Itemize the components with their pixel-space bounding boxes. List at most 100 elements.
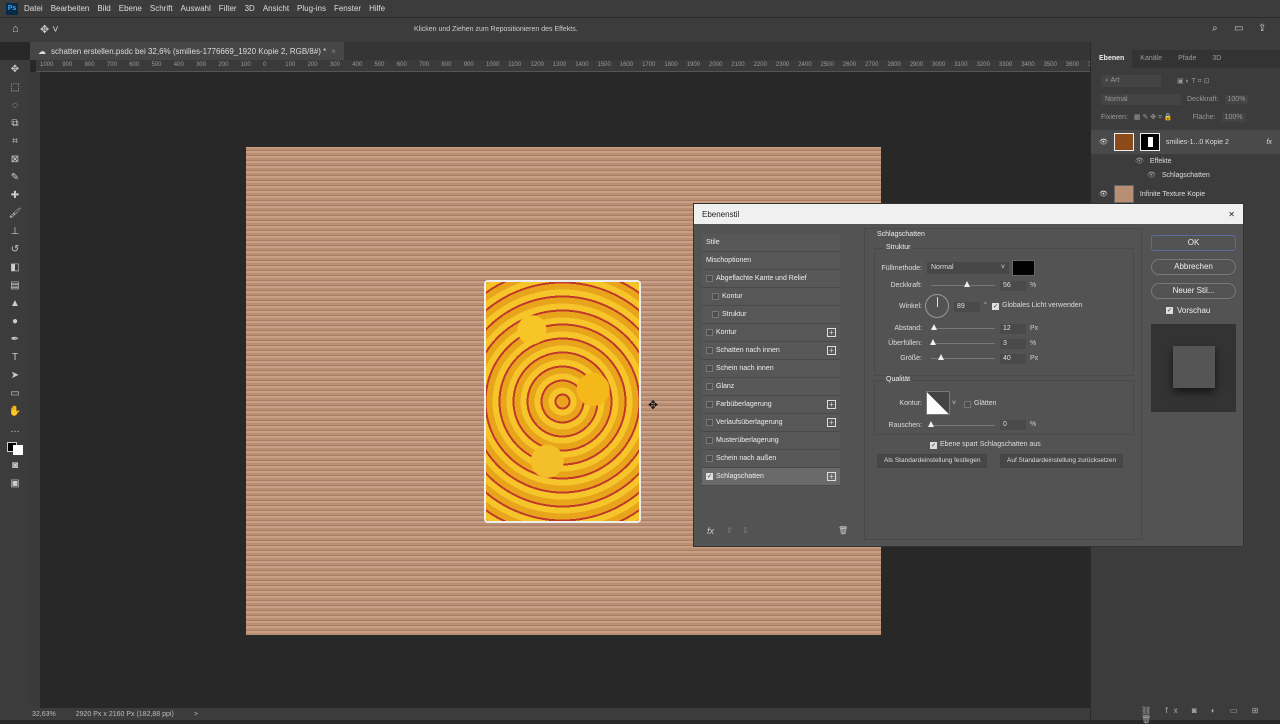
move-tool-icon[interactable]: ✥: [0, 60, 30, 78]
fx-icon[interactable]: fx: [1267, 139, 1272, 146]
style-item[interactable]: Farbüberlagerung +: [702, 396, 840, 414]
reset-default-button[interactable]: Auf Standardeinstellung zurücksetzen: [1000, 454, 1124, 468]
size-input[interactable]: 40: [1000, 354, 1026, 364]
menu-bearbeiten[interactable]: Bearbeiten: [51, 4, 90, 13]
opacity-input[interactable]: 56: [1000, 281, 1026, 291]
preview-checkbox[interactable]: ✓: [1166, 307, 1173, 314]
brush-tool-icon[interactable]: 🖌: [0, 204, 30, 222]
style-checkbox[interactable]: [706, 329, 713, 336]
delete-effect-icon[interactable]: 🗑: [838, 526, 848, 535]
effect-eye-icon[interactable]: 👁: [1147, 171, 1156, 179]
more-tools-icon[interactable]: …: [0, 420, 30, 438]
fx-menu-button[interactable]: fx: [707, 526, 714, 536]
noise-input[interactable]: 0: [1000, 420, 1026, 430]
angle-dial[interactable]: [925, 294, 949, 318]
menu-auswahl[interactable]: Auswahl: [181, 4, 211, 13]
type-tool-icon[interactable]: T: [0, 348, 30, 366]
opacity-input[interactable]: 100%: [1224, 94, 1249, 104]
style-item[interactable]: Kontur +: [702, 324, 840, 342]
style-item[interactable]: Verlaufsüberlagerung +: [702, 414, 840, 432]
contour-dropdown-icon[interactable]: ˅: [952, 400, 956, 407]
effects-eye-icon[interactable]: 👁: [1135, 157, 1144, 165]
style-checkbox[interactable]: [706, 383, 713, 390]
style-item[interactable]: Musterüberlagerung: [702, 432, 840, 450]
style-checkbox[interactable]: [706, 437, 713, 444]
lock-icons[interactable]: ▦ ✎ ✥ ⌗ 🔒: [1134, 113, 1173, 122]
eraser-icon[interactable]: ◧: [0, 258, 30, 276]
document-tab[interactable]: ☁ schatten erstellen.psdc bei 32,6% (smi…: [30, 42, 344, 60]
visibility-eye-icon[interactable]: 👁: [1099, 138, 1108, 146]
pen-tool-icon[interactable]: ✒: [0, 330, 30, 348]
blend-mode-select[interactable]: Normal ˅: [927, 262, 1009, 274]
tab-3d[interactable]: 3D: [1204, 50, 1229, 68]
move-tool-icon[interactable]: ✥ ˅: [40, 23, 59, 36]
history-brush-icon[interactable]: ↺: [0, 240, 30, 258]
visibility-eye-icon[interactable]: 👁: [1099, 190, 1108, 198]
menu-datei[interactable]: Datei: [24, 4, 43, 13]
share-icon[interactable]: ⇪: [1258, 23, 1266, 34]
global-light-checkbox[interactable]: ✓: [992, 303, 999, 310]
style-checkbox[interactable]: [706, 419, 713, 426]
eyedropper-icon[interactable]: ✎: [0, 168, 30, 186]
healing-brush-icon[interactable]: ✚: [0, 186, 30, 204]
tab-ebenen[interactable]: Ebenen: [1091, 50, 1133, 68]
style-item[interactable]: Glanz: [702, 378, 840, 396]
menu-ebene[interactable]: Ebene: [119, 4, 142, 13]
tab-kanaele[interactable]: Kanäle: [1132, 50, 1170, 68]
hand-tool-icon[interactable]: ✋: [0, 402, 30, 420]
frame-tool-icon[interactable]: ⊠: [0, 150, 30, 168]
menu-hilfe[interactable]: Hilfe: [369, 4, 385, 13]
filter-icons[interactable]: ▣ ◐ T ⌗ ⊡: [1177, 77, 1209, 86]
quick-mask-icon[interactable]: ◙: [0, 456, 30, 474]
size-slider[interactable]: [931, 354, 995, 360]
style-checkbox[interactable]: [712, 311, 719, 318]
ok-button[interactable]: OK: [1151, 235, 1236, 251]
style-checkbox[interactable]: [706, 455, 713, 462]
style-item[interactable]: Stile: [702, 234, 840, 252]
screen-mode-icon[interactable]: ▣: [0, 474, 30, 492]
slider-knob[interactable]: [930, 324, 937, 330]
antialias-checkbox[interactable]: [964, 401, 971, 408]
close-dialog-icon[interactable]: ✕: [1228, 210, 1235, 219]
menu-ansicht[interactable]: Ansicht: [263, 4, 289, 13]
home-icon[interactable]: ⌂: [12, 23, 19, 35]
slider-knob[interactable]: [938, 354, 945, 360]
gradient-tool-icon[interactable]: ▤: [0, 276, 30, 294]
path-select-icon[interactable]: ➤: [0, 366, 30, 384]
search-icon[interactable]: ⌕: [1212, 23, 1218, 34]
make-default-button[interactable]: Als Standardeinstellung festlegen: [877, 454, 988, 468]
close-tab-icon[interactable]: ×: [331, 47, 336, 56]
add-effect-icon[interactable]: +: [827, 472, 836, 481]
style-item[interactable]: Mischoptionen: [702, 252, 840, 270]
style-item[interactable]: Schein nach außen: [702, 450, 840, 468]
add-effect-icon[interactable]: +: [827, 328, 836, 337]
add-effect-icon[interactable]: +: [827, 418, 836, 427]
lasso-tool-icon[interactable]: ◌: [0, 96, 30, 114]
slider-knob[interactable]: [963, 281, 970, 287]
slider-knob[interactable]: [928, 421, 934, 427]
angle-input[interactable]: 89: [954, 302, 980, 312]
menu-fenster[interactable]: Fenster: [334, 4, 361, 13]
workspace-icon[interactable]: ▭: [1234, 23, 1243, 34]
add-effect-icon[interactable]: +: [827, 346, 836, 355]
tab-pfade[interactable]: Pfade: [1170, 50, 1204, 68]
knockout-checkbox[interactable]: ✓: [930, 442, 937, 449]
menu-bild[interactable]: Bild: [97, 4, 110, 13]
color-swatches[interactable]: [0, 438, 30, 456]
zoom-level[interactable]: 32,63%: [32, 711, 56, 718]
spread-input[interactable]: 3: [1000, 339, 1026, 349]
move-up-icon[interactable]: ⇧: [726, 526, 733, 535]
style-item[interactable]: Schatten nach innen +: [702, 342, 840, 360]
slider-knob[interactable]: [929, 339, 936, 345]
style-item[interactable]: Abgeflachte Kante und Relief: [702, 270, 840, 288]
style-item[interactable]: Schein nach innen: [702, 360, 840, 378]
layers-panel-footer-icons[interactable]: ⛓ fx ◙ ◐ ▭ ⊞ 🗑: [1141, 706, 1280, 724]
menu-3d[interactable]: 3D: [245, 4, 255, 13]
style-checkbox[interactable]: ✓: [706, 473, 713, 480]
style-item[interactable]: Kontur: [702, 288, 840, 306]
status-arrow[interactable]: >: [194, 711, 198, 718]
style-checkbox[interactable]: [706, 365, 713, 372]
menu-filter[interactable]: Filter: [219, 4, 237, 13]
dodge-tool-icon[interactable]: ●: [0, 312, 30, 330]
style-item[interactable]: ✓ Schlagschatten +: [702, 468, 840, 486]
